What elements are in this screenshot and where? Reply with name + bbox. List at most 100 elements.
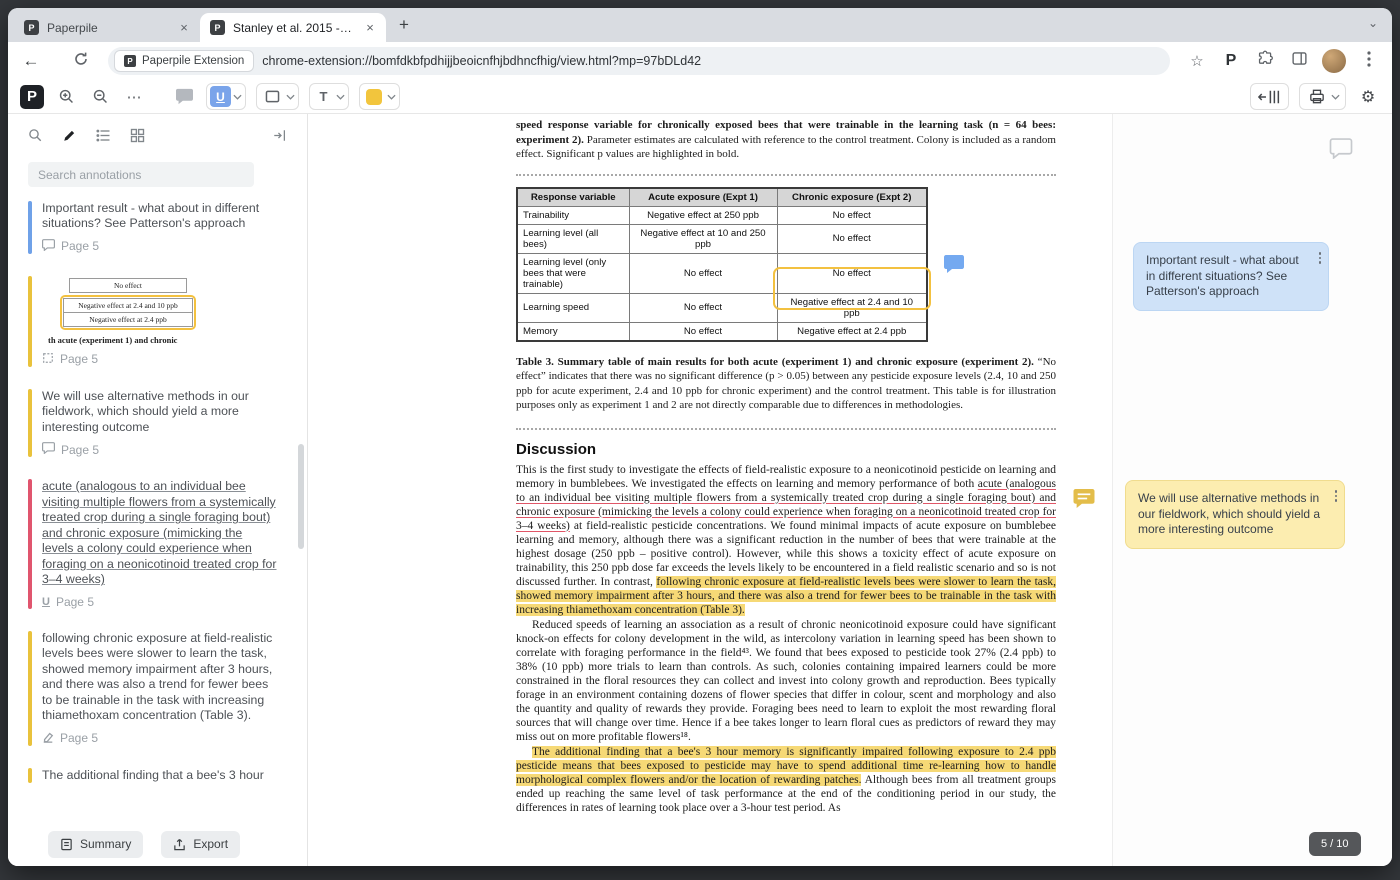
address-bar[interactable]: P Paperpile Extension chrome-extension:/… [108, 47, 1170, 75]
annotation-color-bar [28, 768, 32, 783]
tab-close-icon[interactable]: × [362, 20, 378, 36]
extensions-puzzle-icon[interactable] [1254, 50, 1276, 72]
settings-gear-icon[interactable]: ⚙ [1356, 85, 1380, 109]
crop-region-icon [42, 352, 54, 367]
comment-text: We will use alternative methods in our f… [1138, 491, 1320, 536]
summary-button[interactable]: Summary [48, 831, 143, 858]
annotation-card-highlight[interactable]: following chronic exposure at field-real… [28, 631, 307, 746]
side-panel-icon[interactable] [1288, 50, 1310, 72]
print-chevron-icon[interactable] [1331, 94, 1340, 100]
add-comment-ghost-icon[interactable] [1329, 138, 1353, 164]
comment-menu-icon[interactable] [1319, 252, 1322, 264]
comment-bubble-icon [42, 239, 55, 254]
comment-bubble-icon [42, 442, 55, 457]
thumb-table-cell: No effect [69, 278, 187, 293]
export-icon [173, 838, 186, 851]
back-button[interactable]: ← [20, 51, 42, 71]
yellow-comment-marker-icon[interactable] [1072, 488, 1096, 514]
thumb-caption-text: th acute (experiment 1) and chronic [48, 335, 208, 345]
pdf-page[interactable]: speed response variable for chronically … [308, 114, 1112, 866]
thumb-table-cell: Negative effect at 2.4 ppb [63, 313, 193, 327]
comment-text: Important result - what about in differe… [1146, 253, 1299, 298]
back-to-library-group [1250, 83, 1289, 110]
table-cell: No effect [629, 253, 777, 293]
export-button[interactable]: Export [161, 831, 240, 858]
annotations-pen-tab-icon[interactable] [62, 128, 77, 148]
paragraph-text: This is the first study to investigate t… [516, 464, 1056, 490]
underline-tool-button[interactable]: U [210, 86, 231, 107]
new-tab-button[interactable]: + [392, 13, 416, 37]
annotation-card-comment-blue[interactable]: Important result - what about in differe… [28, 201, 307, 254]
annotation-card-image[interactable]: No effect Negative effect at 2.4 and 10 … [28, 276, 307, 367]
zoom-out-icon[interactable] [88, 85, 112, 109]
annotation-card-comment-yellow[interactable]: We will use alternative methods in our f… [28, 389, 307, 457]
highlight-annotation-icon [42, 731, 54, 746]
table-header: Acute exposure (Expt 1) [629, 188, 777, 207]
margin-comment-blue[interactable]: Important result - what about in differe… [1133, 242, 1329, 311]
highlight-color-chevron-icon[interactable] [387, 94, 396, 100]
search-annotations-input[interactable] [28, 162, 254, 187]
tab-stanley-paper[interactable]: P Stanley et al. 2015 - Sci. Rep. × [200, 13, 386, 42]
discussion-paragraph-3: The additional finding that a bee's 3 ho… [516, 745, 1056, 815]
sidebar-scrollbar[interactable] [298, 444, 304, 549]
caption-bold-text: Table 3. Summary table of main results f… [516, 356, 1034, 368]
tab-paperpile[interactable]: P Paperpile × [14, 13, 200, 42]
tab-overflow-chevron-icon[interactable]: ⌄ [1368, 16, 1378, 30]
table-cell: No effect [629, 322, 777, 341]
tab-strip: P Paperpile × P Stanley et al. 2015 - Sc… [8, 8, 1392, 42]
annotation-card-underline[interactable]: acute (analogous to an individual bee vi… [28, 479, 307, 608]
table2-caption-fragment: speed response variable for chronically … [516, 118, 1056, 162]
tab-close-icon[interactable]: × [176, 20, 192, 36]
print-tool-group [1299, 83, 1346, 110]
annotation-text: acute (analogous to an individual bee vi… [42, 479, 277, 587]
margin-comment-yellow[interactable]: We will use alternative methods in our f… [1125, 480, 1345, 549]
table-box-annotation[interactable] [773, 267, 931, 310]
annotation-color-bar [28, 201, 32, 254]
page-indicator-badge: 5 / 10 [1309, 832, 1361, 856]
annotation-text: The additional finding that a bee's 3 ho… [42, 768, 277, 783]
box-annotation-tool-icon[interactable] [260, 85, 284, 109]
annotation-page-label: Page 5 [56, 595, 94, 609]
comment-menu-icon[interactable] [1335, 490, 1338, 502]
table-cell: No effect [777, 206, 927, 224]
chrome-menu-icon[interactable] [1358, 51, 1380, 72]
extension-chip[interactable]: P Paperpile Extension [114, 50, 254, 72]
table-cell: Memory [517, 322, 629, 341]
print-icon[interactable] [1305, 85, 1329, 109]
outline-list-tab-icon[interactable] [96, 128, 111, 148]
zoom-in-icon[interactable] [54, 85, 78, 109]
reload-button[interactable] [70, 51, 92, 72]
annotation-card-partial[interactable]: The additional finding that a bee's 3 ho… [28, 768, 307, 783]
paperpile-favicon-icon: P [210, 20, 225, 35]
annotation-color-bar [28, 479, 32, 608]
table-cell: Negative effect at 250 ppb [629, 206, 777, 224]
text-color-chevron-icon[interactable] [336, 94, 345, 100]
bookmark-star-icon[interactable]: ☆ [1186, 52, 1208, 70]
collapse-sidebar-icon[interactable] [272, 128, 287, 148]
table-cell: Negative effect at 10 and 250 ppb [629, 224, 777, 253]
text-tool-group: T [309, 83, 349, 110]
results-table-wrap: Response variable Acute exposure (Expt 1… [516, 187, 928, 342]
discussion-paragraph-2: Reduced speeds of learning an associatio… [516, 618, 1056, 744]
paperpile-pinned-extension-icon[interactable]: P [1220, 52, 1242, 70]
box-color-chevron-icon[interactable] [286, 94, 295, 100]
blue-comment-marker-icon[interactable] [943, 254, 965, 279]
search-annotations-tab-icon[interactable] [28, 128, 43, 148]
tab-title: Stanley et al. 2015 - Sci. Rep. [233, 21, 354, 35]
paperpile-logo[interactable]: P [20, 85, 44, 109]
back-to-library-icon[interactable] [1258, 85, 1281, 109]
table3-caption: Table 3. Summary table of main results f… [516, 355, 1056, 413]
annotation-color-bar [28, 389, 32, 457]
text-annotation-tool-icon[interactable]: T [313, 89, 334, 104]
dotted-separator [516, 174, 1056, 176]
profile-avatar[interactable] [1322, 49, 1346, 73]
sidebar-tabs [8, 114, 307, 152]
add-comment-tool-icon[interactable] [172, 85, 196, 109]
underline-color-chevron-icon[interactable] [233, 94, 242, 100]
summary-button-label: Summary [80, 837, 131, 851]
more-tools-icon[interactable]: ⋯ [122, 85, 146, 109]
annotation-page-label: Page 5 [60, 352, 98, 366]
underline-tool-group: U [206, 83, 246, 110]
highlight-color-swatch[interactable] [366, 89, 382, 105]
thumbnails-grid-tab-icon[interactable] [130, 128, 145, 148]
